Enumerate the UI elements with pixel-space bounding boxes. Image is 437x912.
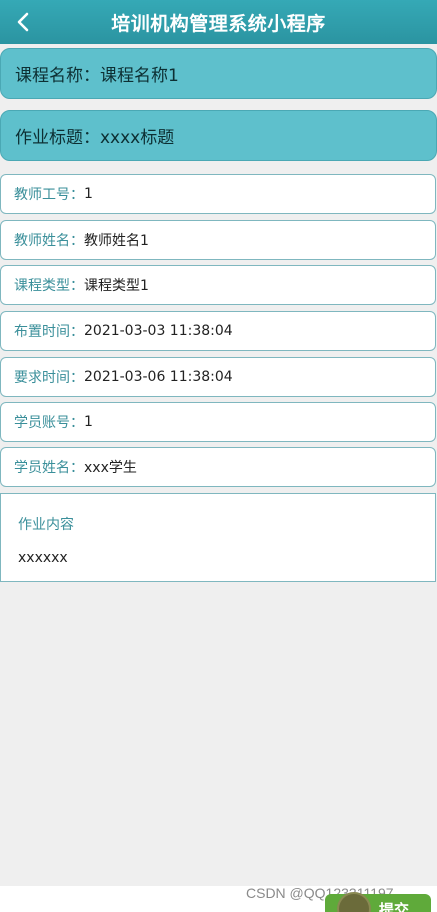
assignment-title-label: 作业标题： — [15, 128, 100, 148]
student-account-label: 学员账号： — [14, 415, 84, 431]
nav-bar: 培训机构管理系统小程序 — [0, 0, 437, 44]
teacher-id-field: 教师工号： 1 — [0, 174, 436, 214]
teacher-name-value: 教师姓名1 — [84, 233, 149, 249]
course-name-card: 课程名称： 课程名称1 — [0, 48, 437, 99]
student-name-value: xxx学生 — [84, 460, 137, 476]
assignment-title-card: 作业标题： xxxx标题 — [0, 110, 437, 161]
assigned-time-value: 2021-03-03 11:38:04 — [84, 323, 233, 339]
teacher-id-value: 1 — [84, 186, 93, 202]
page-title: 培训机构管理系统小程序 — [111, 12, 326, 35]
teacher-name-field: 教师姓名： 教师姓名1 — [0, 220, 436, 260]
back-button[interactable] — [8, 6, 38, 38]
assigned-time-label: 布置时间： — [14, 324, 84, 340]
course-type-value: 课程类型1 — [84, 278, 149, 294]
due-time-field: 要求时间： 2021-03-06 11:38:04 — [0, 357, 436, 397]
assignment-content-label: 作业内容 — [18, 517, 74, 533]
course-name-label: 课程名称： — [15, 66, 100, 86]
teacher-id-label: 教师工号： — [14, 187, 84, 203]
due-time-label: 要求时间： — [14, 370, 84, 386]
student-account-value: 1 — [84, 414, 93, 430]
submit-button[interactable]: 提交 — [325, 892, 431, 912]
teacher-name-label: 教师姓名： — [14, 233, 84, 249]
course-type-label: 课程类型： — [14, 278, 84, 294]
avatar-icon — [337, 892, 371, 912]
assignment-content-value: xxxxxx — [18, 550, 68, 566]
chevron-left-icon — [17, 12, 29, 32]
course-type-field: 课程类型： 课程类型1 — [0, 265, 436, 305]
assignment-content-box: 作业内容 xxxxxx — [0, 493, 436, 582]
submit-button-label: 提交 — [379, 900, 410, 912]
course-name-value: 课程名称1 — [100, 66, 179, 86]
assignment-title-value: xxxx标题 — [100, 128, 175, 148]
student-name-label: 学员姓名： — [14, 460, 84, 476]
due-time-value: 2021-03-06 11:38:04 — [84, 369, 233, 385]
student-name-field: 学员姓名： xxx学生 — [0, 447, 436, 487]
assigned-time-field: 布置时间： 2021-03-03 11:38:04 — [0, 311, 436, 351]
student-account-field: 学员账号： 1 — [0, 402, 436, 442]
